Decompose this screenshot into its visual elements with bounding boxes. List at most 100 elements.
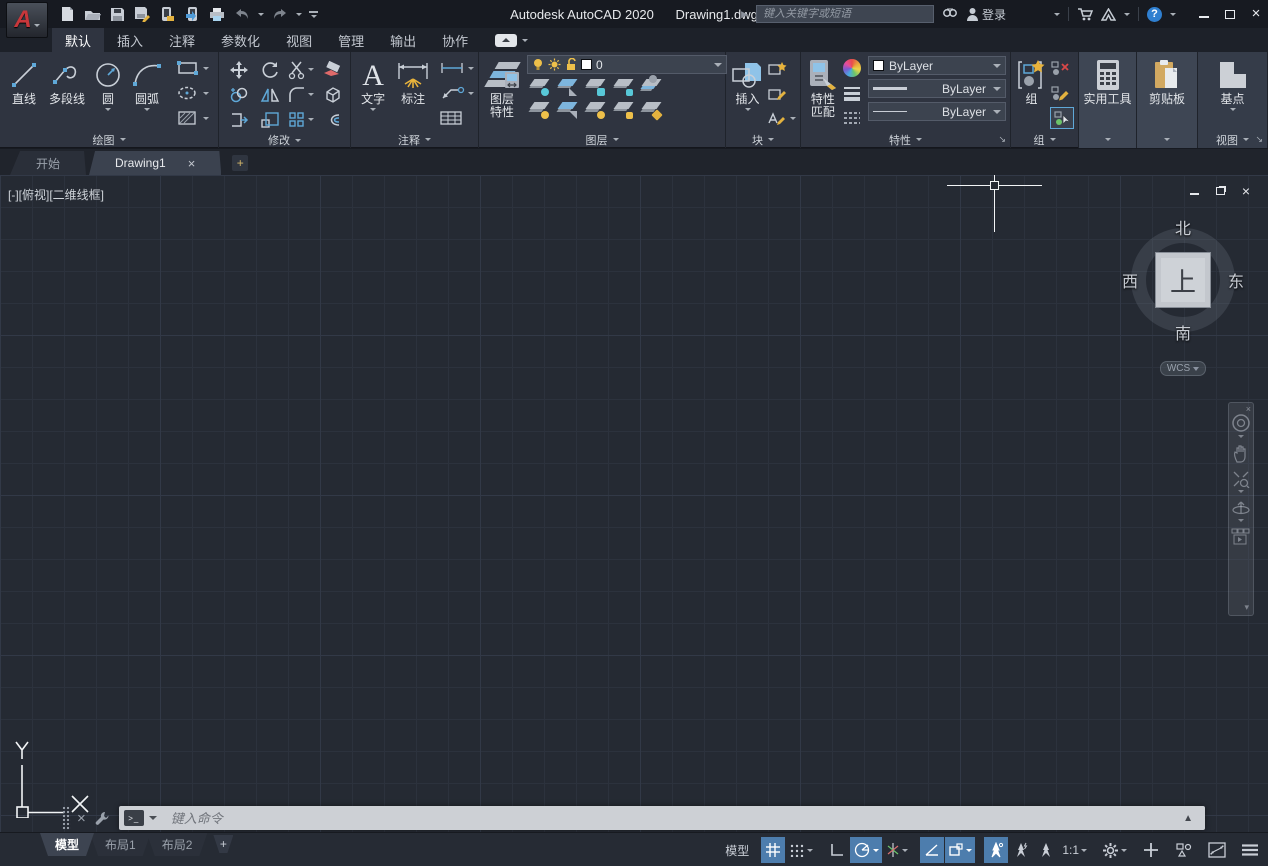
mirror-button[interactable] (260, 86, 280, 104)
maximize-button[interactable] (1224, 8, 1236, 20)
autoscale-button[interactable] (1009, 837, 1033, 863)
file-tab-close-icon[interactable]: × (188, 156, 196, 171)
copy-button[interactable] (229, 86, 249, 104)
layer-isolate-button[interactable] (557, 77, 579, 97)
customization-menu-button[interactable] (1238, 837, 1262, 863)
rectangle-dropdown-icon[interactable] (203, 67, 209, 70)
panel-view-label[interactable]: 视图↘ (1198, 131, 1267, 148)
hatch-dropdown-icon[interactable] (203, 117, 209, 120)
model-space-button[interactable]: 模型 (722, 837, 752, 863)
command-customize-wrench-icon[interactable] (94, 810, 111, 826)
layer-thaw-all-button[interactable] (585, 100, 607, 120)
scale-button[interactable] (260, 111, 280, 129)
linear-dimension-dropdown-icon[interactable] (468, 67, 474, 70)
new-layout-button[interactable]: + (213, 835, 233, 853)
application-menu-button[interactable]: A (6, 2, 48, 38)
viewcube-west[interactable]: 西 (1122, 268, 1138, 292)
viewcube-north[interactable]: 北 (1175, 215, 1191, 239)
sign-in-button[interactable]: 登录 (966, 6, 1006, 23)
move-button[interactable] (229, 60, 249, 80)
isolate-objects-button[interactable] (1172, 837, 1196, 863)
panel-utilities-label[interactable] (1079, 131, 1136, 148)
text-dropdown-icon[interactable] (370, 108, 376, 111)
isometric-drafting-button[interactable] (883, 837, 911, 863)
layout-tab-model[interactable]: 模型 (40, 833, 94, 856)
ribbon-tab-view[interactable]: 视图 (273, 28, 325, 52)
snap-dropdown-icon[interactable] (807, 849, 813, 852)
base-view-dropdown-icon[interactable] (1230, 108, 1236, 111)
panel-groups-label[interactable]: 组 (1011, 131, 1078, 148)
layer-properties-button[interactable]: 图层 特性 (483, 55, 521, 131)
ellipse-dropdown-icon[interactable] (203, 92, 209, 95)
annotation-scale-icon[interactable] (1034, 837, 1058, 863)
ellipse-button[interactable] (176, 82, 209, 104)
insert-dropdown-icon[interactable] (745, 108, 751, 111)
command-palette-grip[interactable] (62, 806, 71, 830)
offset-button[interactable] (322, 111, 342, 129)
command-input[interactable] (171, 811, 1183, 826)
viewcube-face-up[interactable]: 上 (1155, 252, 1211, 308)
save-to-web-mobile-button[interactable] (183, 5, 201, 23)
group-button[interactable]: 组 (1015, 55, 1048, 131)
explode-button[interactable] (322, 85, 342, 105)
navbar-customize-icon[interactable]: ▾ (1244, 602, 1249, 613)
layout-tab-layout1[interactable]: 布局1 (90, 833, 151, 856)
view-dialog-launcher-icon[interactable]: ↘ (1255, 134, 1263, 145)
object-snap-button[interactable] (945, 837, 975, 863)
ribbon-tab-annotate[interactable]: 注释 (156, 28, 208, 52)
ungroup-button[interactable] (1050, 57, 1074, 79)
circle-dropdown-icon[interactable] (105, 108, 111, 111)
clipboard-button[interactable]: 剪贴板 (1141, 55, 1193, 131)
ribbon-minimize-button[interactable] (495, 28, 528, 52)
linetype-dropdown-icon[interactable] (993, 110, 1001, 114)
new-drawing-tab-button[interactable]: + (232, 155, 248, 171)
search-icon[interactable] (942, 7, 958, 21)
help-icon[interactable]: ? (1147, 7, 1162, 22)
showmotion-button[interactable] (1231, 528, 1251, 546)
panel-draw-label[interactable]: 绘图 (0, 131, 218, 148)
layer-freeze-button[interactable] (585, 77, 607, 97)
line-button[interactable]: 直线 (4, 55, 44, 131)
ribbon-tab-parametric[interactable]: 参数化 (208, 28, 273, 52)
stretch-button[interactable] (229, 111, 249, 129)
minimize-button[interactable] (1198, 8, 1210, 20)
linear-dimension-button[interactable] (439, 57, 474, 79)
ribbon-tab-insert[interactable]: 插入 (104, 28, 156, 52)
command-prompt-icon[interactable]: >_ (124, 810, 144, 826)
color-wheel-icon[interactable] (843, 57, 861, 79)
viewport-controls[interactable]: [-][俯视][二维线框] (8, 186, 104, 203)
object-color-combo[interactable]: ByLayer (868, 56, 1006, 75)
layer-on-all-button[interactable] (529, 100, 551, 120)
linetype-combo[interactable]: ByLayer (868, 102, 1006, 121)
open-file-button[interactable] (83, 5, 101, 23)
layer-combo-dropdown-icon[interactable] (714, 63, 722, 67)
attributes-dropdown-icon[interactable] (790, 117, 796, 120)
match-properties-button[interactable]: 特性 匹配 (805, 55, 841, 131)
base-view-button[interactable]: 基点 (1203, 55, 1263, 131)
leader-dropdown-icon[interactable] (468, 92, 474, 95)
annotation-monitor-button[interactable] (1139, 837, 1163, 863)
help-search-input[interactable] (756, 5, 934, 23)
sign-in-dropdown-icon[interactable] (1054, 13, 1060, 16)
polar-dropdown-icon[interactable] (873, 849, 879, 852)
edit-attributes-button[interactable] (767, 82, 796, 104)
app-store-cart-icon[interactable] (1077, 7, 1093, 21)
annotation-scale-value[interactable]: 1:1 (1059, 837, 1090, 863)
ortho-toggle-button[interactable] (825, 837, 849, 863)
qat-customize-button[interactable] (309, 11, 318, 18)
viewcube-east[interactable]: 东 (1228, 268, 1244, 292)
object-snap-tracking-button[interactable] (920, 837, 944, 863)
layer-match-button[interactable] (641, 100, 663, 120)
snap-toggle-button[interactable] (786, 837, 816, 863)
clean-screen-button[interactable] (1205, 837, 1229, 863)
ribbon-tab-manage[interactable]: 管理 (325, 28, 377, 52)
layer-off-button[interactable] (529, 77, 551, 97)
array-button[interactable] (288, 111, 314, 129)
polyline-button[interactable]: 多段线 (44, 55, 90, 131)
linetype-list-icon[interactable] (843, 107, 861, 129)
print-button[interactable] (208, 5, 226, 23)
close-button[interactable]: × (1250, 8, 1262, 20)
ribbon-tab-home[interactable]: 默认 (52, 28, 104, 52)
array-dropdown-icon[interactable] (308, 118, 314, 121)
redo-button[interactable] (271, 5, 289, 23)
